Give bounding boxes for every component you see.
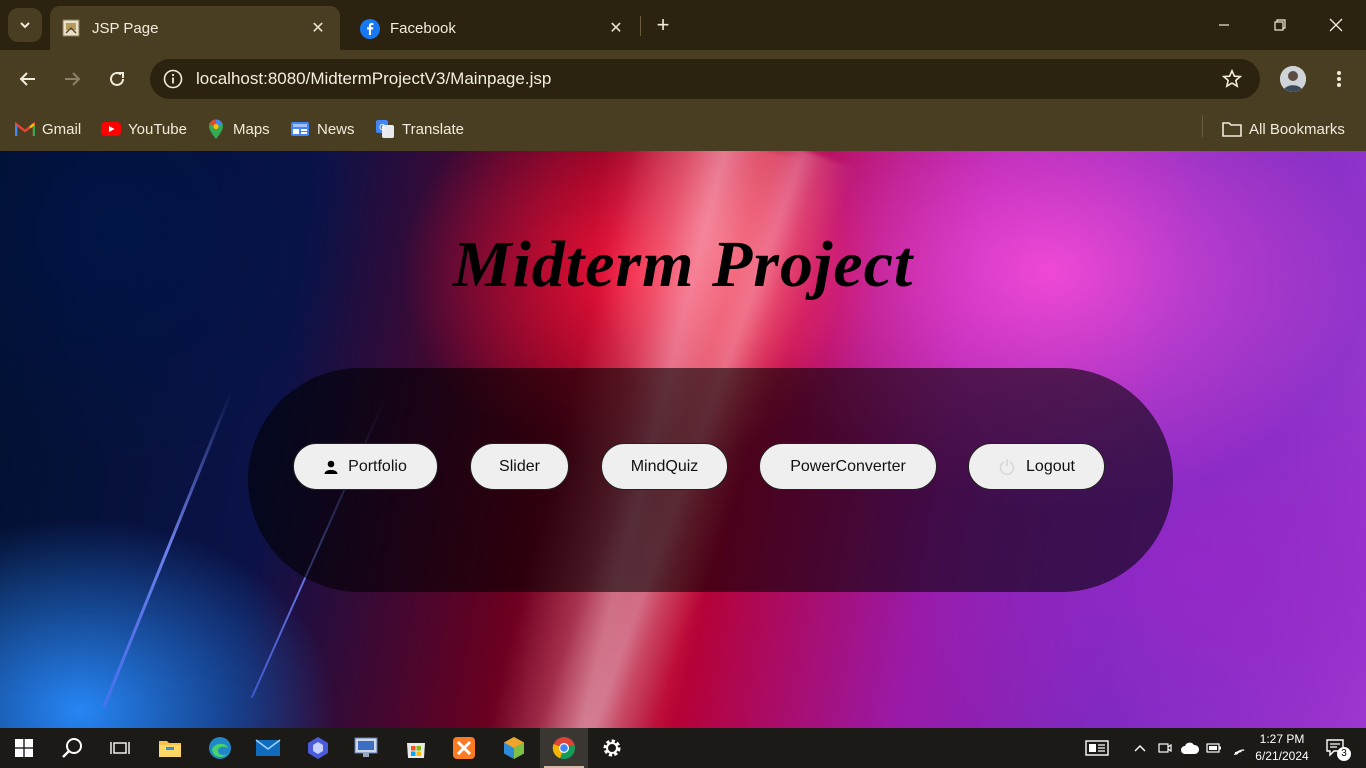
settings-gear-icon[interactable] xyxy=(588,728,636,768)
onedrive-cloud-icon[interactable] xyxy=(1178,728,1202,768)
user-icon xyxy=(324,460,338,474)
xampp-icon[interactable] xyxy=(440,728,488,768)
news-icon xyxy=(290,120,310,138)
url-text[interactable]: localhost:8080/MidtermProjectV3/Mainpage… xyxy=(196,69,1212,89)
all-bookmarks-button[interactable]: All Bookmarks xyxy=(1222,116,1345,142)
close-icon[interactable]: ✕ xyxy=(606,18,626,38)
bookmark-gmail[interactable]: Gmail xyxy=(15,116,81,142)
blue-light-streak xyxy=(102,391,233,708)
portfolio-label: Portfolio xyxy=(348,457,407,475)
menu-kebab-icon[interactable] xyxy=(1326,66,1352,92)
portfolio-button[interactable]: Portfolio xyxy=(293,443,438,490)
tab-strip: JSP Page ✕ Facebook ✕ + xyxy=(0,0,1366,50)
tab-facebook[interactable]: Facebook ✕ xyxy=(348,6,638,50)
youtube-icon xyxy=(101,120,121,138)
bookmark-label: News xyxy=(317,120,355,138)
tab-title: JSP Page xyxy=(92,19,159,37)
tab-title: Facebook xyxy=(390,19,456,37)
browser-toolbar: localhost:8080/MidtermProjectV3/Mainpage… xyxy=(0,50,1366,108)
windows-taskbar: 1:27 PM 6/21/2024 3 xyxy=(0,728,1366,768)
close-icon[interactable]: ✕ xyxy=(308,18,328,38)
clock-time: 1:27 PM xyxy=(1259,732,1305,746)
bookmark-maps[interactable]: Maps xyxy=(206,116,270,142)
maps-icon xyxy=(206,119,226,139)
svg-text:G: G xyxy=(379,123,385,132)
bookmark-label: Maps xyxy=(233,120,270,138)
bookmark-label: Translate xyxy=(402,120,464,138)
slider-label: Slider xyxy=(499,457,540,475)
copilot-icon[interactable] xyxy=(294,728,342,768)
edge-browser-icon[interactable] xyxy=(196,728,244,768)
profile-avatar[interactable] xyxy=(1280,66,1306,92)
chrome-icon[interactable] xyxy=(540,728,588,768)
chevron-up-icon[interactable] xyxy=(1130,728,1150,768)
bookmark-translate[interactable]: G Translate xyxy=(375,116,464,142)
netbeans-icon[interactable] xyxy=(490,728,538,768)
page-title: Midterm Project xyxy=(452,228,914,301)
bookmark-news[interactable]: News xyxy=(290,116,355,142)
file-explorer-icon[interactable] xyxy=(146,728,194,768)
site-info-icon[interactable] xyxy=(162,68,184,90)
battery-icon[interactable] xyxy=(1204,728,1224,768)
wifi-icon[interactable] xyxy=(1228,728,1250,768)
folder-icon xyxy=(1222,120,1242,138)
logout-label: Logout xyxy=(1026,457,1075,475)
remote-desktop-icon[interactable] xyxy=(342,728,390,768)
bookmarks-separator xyxy=(1202,115,1203,137)
microsoft-store-icon[interactable] xyxy=(392,728,440,768)
nav-panel: Portfolio Slider MindQuiz PowerConverter… xyxy=(248,368,1173,592)
jsp-favicon-icon xyxy=(62,19,80,37)
task-view-icon[interactable] xyxy=(96,728,144,768)
tab-search-button[interactable] xyxy=(8,8,42,42)
logout-icon xyxy=(998,458,1016,476)
powerconverter-button[interactable]: PowerConverter xyxy=(759,443,937,490)
bookmark-label: Gmail xyxy=(42,120,82,138)
address-bar[interactable]: localhost:8080/MidtermProjectV3/Mainpage… xyxy=(150,59,1260,99)
clock-date: 6/21/2024 xyxy=(1255,749,1309,763)
bookmark-youtube[interactable]: YouTube xyxy=(101,116,187,142)
restore-icon[interactable] xyxy=(1252,0,1308,50)
bookmarks-bar: Gmail YouTube Maps News G Translate All … xyxy=(0,108,1366,151)
slider-button[interactable]: Slider xyxy=(470,443,569,490)
mail-icon[interactable] xyxy=(244,728,292,768)
mindquiz-label: MindQuiz xyxy=(630,457,699,475)
logout-button[interactable]: Logout xyxy=(968,443,1105,490)
back-arrow-icon[interactable] xyxy=(13,64,43,94)
minimize-icon[interactable] xyxy=(1196,0,1252,50)
search-icon[interactable] xyxy=(48,728,96,768)
mindquiz-button[interactable]: MindQuiz xyxy=(601,443,728,490)
tab-jsp-page[interactable]: JSP Page ✕ xyxy=(50,6,340,50)
forward-arrow-icon[interactable] xyxy=(57,64,87,94)
gmail-icon xyxy=(15,120,35,138)
window-close-icon[interactable] xyxy=(1308,0,1364,50)
new-tab-plus-icon[interactable]: + xyxy=(650,12,676,38)
camera-icon[interactable] xyxy=(1155,728,1175,768)
system-clock[interactable]: 1:27 PM 6/21/2024 xyxy=(1250,731,1314,765)
tab-separator xyxy=(640,16,641,36)
notification-badge: 3 xyxy=(1337,747,1351,761)
news-widget-icon[interactable] xyxy=(1082,728,1112,768)
bookmark-label: YouTube xyxy=(128,120,187,138)
chevron-down-icon xyxy=(20,22,30,29)
page-background: Midterm Project Portfolio Slider MindQui… xyxy=(0,151,1366,728)
all-bookmarks-label: All Bookmarks xyxy=(1249,120,1345,138)
notification-center-icon[interactable]: 3 xyxy=(1320,728,1352,768)
bookmark-star-icon[interactable] xyxy=(1212,59,1252,99)
reload-icon[interactable] xyxy=(102,64,132,94)
windows-start-icon[interactable] xyxy=(0,728,48,768)
powerconverter-label: PowerConverter xyxy=(790,457,906,475)
facebook-icon xyxy=(360,19,380,39)
translate-icon: G xyxy=(375,120,395,138)
